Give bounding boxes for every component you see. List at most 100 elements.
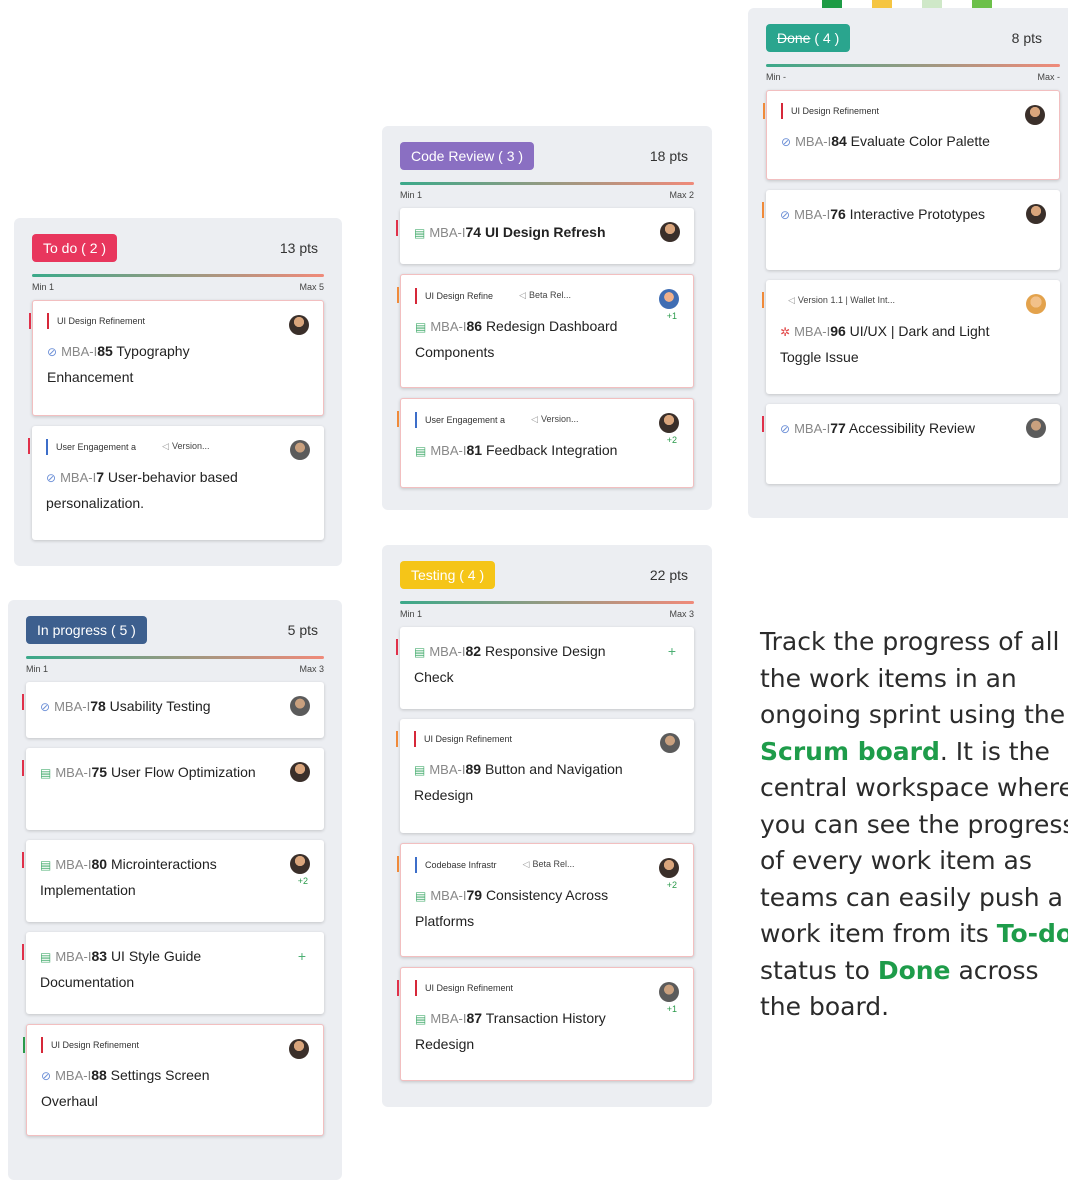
avatar[interactable] [659,413,679,433]
release-icon: ◁ [522,859,530,869]
card-title[interactable]: ▤ MBA-I82 Responsive Design Check [414,639,680,690]
wip-limits: Min 1 Max 3 [26,664,324,674]
status-badge-in-progress[interactable]: In progress ( 5 ) [26,616,147,644]
decor-block-2 [872,0,892,8]
add-assignee-icon[interactable]: + [298,948,306,964]
check-icon: ⊘ [40,700,51,714]
card-title[interactable]: ⊘ MBA-I85 Typography Enhancement [47,339,309,390]
work-item-card[interactable]: ▤ MBA-I74 UI Design Refresh [396,208,694,264]
avatar[interactable] [289,315,309,335]
work-item-card[interactable]: UI Design Refinement ⊘ MBA-I88 Settings S… [23,1024,324,1136]
avatar[interactable] [1026,418,1046,438]
card-title[interactable]: ▤ MBA-I89 Button and Navigation Redesign [414,757,680,808]
avatar[interactable] [659,289,679,309]
avatar[interactable] [660,222,680,242]
work-item-card[interactable]: UI Design Refine ◁ Beta Rel... ▤ MBA-I86 R… [397,274,694,388]
card-title[interactable]: ▤ MBA-I74 UI Design Refresh [414,220,680,246]
card-title[interactable]: ⊘ MBA-I76 Interactive Prototypes [780,202,1046,228]
limit-bar [766,64,1060,67]
work-item-card[interactable]: UI Design Refinement ▤ MBA-I89 Button and… [396,719,694,833]
story-icon: ▤ [40,766,52,780]
status-badge-todo[interactable]: To do ( 2 ) [32,234,118,262]
work-item-card[interactable]: User Engagement a ◁ Version... ▤ MBA-I81 F… [397,398,694,488]
avatar[interactable] [1026,294,1046,314]
avatar[interactable] [660,733,680,753]
work-item-card[interactable]: UI Design Refinement ⊘ MBA-I84 Evaluate C… [763,90,1060,180]
story-icon: ▤ [414,645,426,659]
work-item-card[interactable]: UI Design Refinement ▤ MBA-I87 Transactio… [397,967,694,1081]
max-limit: Max 3 [669,609,694,619]
avatar[interactable] [659,858,679,878]
avatar[interactable] [659,982,679,1002]
avatar[interactable] [290,762,310,782]
card-title[interactable]: ▤ MBA-I80 Microinteractions Implementatio… [40,852,310,903]
min-limit: Min 1 [400,190,423,200]
status-badge-done[interactable]: Done ( 4 ) [766,24,851,52]
avatar[interactable] [1026,204,1046,224]
release-tag[interactable]: ◁ Version 1.1 | Wallet Int... [780,292,903,309]
story-icon: ▤ [40,950,52,964]
epic-tag[interactable]: UI Design Refinement [47,313,154,329]
card-title[interactable]: ▤ MBA-I87 Transaction History Redesign [415,1006,679,1057]
epic-tag[interactable]: User Engagement a [46,438,145,455]
avatar[interactable] [290,854,310,874]
check-icon: ⊘ [46,471,57,485]
card-title[interactable]: ⊘ MBA-I84 Evaluate Color Palette [781,129,1045,155]
card-title[interactable]: ▤ MBA-I81 Feedback Integration [415,438,679,464]
card-title[interactable]: ▤ MBA-I75 User Flow Optimization [40,760,310,786]
decor-block-4 [972,0,992,8]
work-item-card[interactable]: User Engagement a ◁ Version... ⊘ MBA-I7 Us… [28,426,324,540]
work-item-card[interactable]: ▤ MBA-I75 User Flow Optimization [22,748,324,830]
card-title[interactable]: ▤ MBA-I83 UI Style Guide Documentation [40,944,310,995]
card-title[interactable]: ⊘ MBA-I77 Accessibility Review [780,416,1046,442]
work-item-card[interactable]: UI Design Refinement ⊘ MBA-I85 Typography… [29,300,324,416]
release-tag[interactable]: ◁ Beta Rel... [514,856,583,873]
avatar[interactable] [290,440,310,460]
release-tag[interactable]: ◁ Beta Rel... [511,287,579,304]
card-title[interactable]: ⊘ MBA-I7 User-behavior based personalizat… [46,465,310,516]
card-title[interactable]: ⊘ MBA-I88 Settings Screen Overhaul [41,1063,309,1114]
avatar[interactable] [290,696,310,716]
epic-tag[interactable]: UI Design Refine [415,287,502,304]
epic-tag[interactable]: User Engagement a [415,411,514,428]
work-item-card[interactable]: ◁ Version 1.1 | Wallet Int... ✲ MBA-I96 UI… [762,280,1060,394]
add-assignee-icon[interactable]: + [668,643,676,659]
card-title[interactable]: ▤ MBA-I86 Redesign Dashboard Components [415,314,679,365]
epic-tag[interactable]: UI Design Refinement [414,731,521,747]
release-tag[interactable]: ◁ Version... [523,411,587,428]
extra-assignees-count[interactable]: +2 [298,876,308,886]
story-icon: ▤ [415,889,427,903]
work-item-card[interactable]: ▤ MBA-I83 UI Style Guide Documentation + [22,932,324,1014]
extra-assignees-count[interactable]: +1 [667,311,677,321]
extra-assignees-count[interactable]: +2 [667,435,677,445]
work-item-card[interactable]: Codebase Infrastr ◁ Beta Rel... ▤ MBA-I79 … [397,843,694,957]
extra-assignees-count[interactable]: +2 [667,880,677,890]
limit-bar [26,656,324,659]
decor-block-3 [922,0,942,8]
work-item-card[interactable]: ⊘ MBA-I77 Accessibility Review [762,404,1060,484]
release-tag[interactable]: ◁ Version... [154,438,218,455]
card-title[interactable]: ▤ MBA-I79 Consistency Across Platforms [415,883,679,934]
work-item-card[interactable]: ⊘ MBA-I76 Interactive Prototypes [762,190,1060,270]
status-badge-testing[interactable]: Testing ( 4 ) [400,561,496,589]
release-icon: ◁ [519,290,526,300]
decor-block-1 [822,0,842,8]
avatar[interactable] [289,1039,309,1059]
check-icon: ⊘ [41,1069,52,1083]
card-title[interactable]: ⊘ MBA-I78 Usability Testing [40,694,310,720]
work-item-card[interactable]: ⊘ MBA-I78 Usability Testing [22,682,324,738]
epic-tag[interactable]: UI Design Refinement [41,1037,148,1053]
epic-tag[interactable]: Codebase Infrastr [415,856,505,873]
story-icon: ▤ [415,444,427,458]
work-item-card[interactable]: ▤ MBA-I82 Responsive Design Check + [396,627,694,709]
card-title[interactable]: ✲ MBA-I96 UI/UX | Dark and Light Toggle I… [780,319,1046,370]
release-icon: ◁ [162,441,169,451]
work-item-card[interactable]: ▤ MBA-I80 Microinteractions Implementatio… [22,840,324,922]
epic-tag[interactable]: UI Design Refinement [415,980,522,996]
check-icon: ⊘ [780,208,791,222]
extra-assignees-count[interactable]: +1 [667,1004,677,1014]
avatar[interactable] [1025,105,1045,125]
epic-tag[interactable]: UI Design Refinement [781,103,888,119]
status-badge-code-review[interactable]: Code Review ( 3 ) [400,142,535,170]
column-code-review: Code Review ( 3 ) 18 pts Min 1 Max 2 ▤ MB… [382,126,712,510]
